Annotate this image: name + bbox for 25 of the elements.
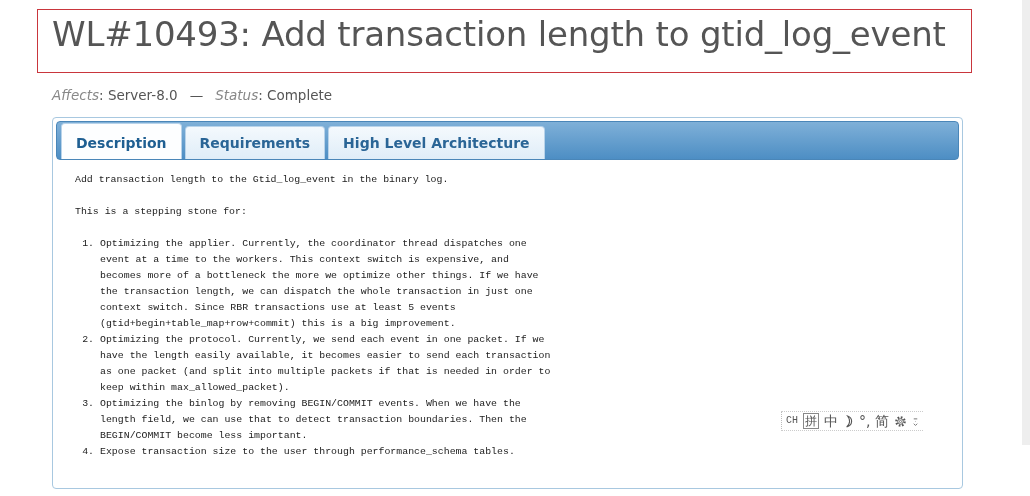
tab[interactable]: High Level Architecture (328, 126, 545, 159)
list-number: 1. (81, 237, 95, 251)
ime-button[interactable]: 简 (875, 413, 890, 429)
list-number: 4. (81, 445, 95, 459)
ime-button[interactable]: 中 (824, 413, 838, 429)
tab[interactable]: Description (61, 123, 182, 159)
moon-icon[interactable] (843, 414, 854, 428)
list-item-text: Optimizing the applier. Currently, the coordinator thread dispatches one event at a time to the workers. This context switch is expensive, and becomes more of a bottleneck the more we optimize other things. If we have the transaction length, we can dispatch the whole transaction in just one context switch. Since RBR transactions use at least 5 events (gtid+begin+table_map+row+commit) this is a big improvement. (100, 237, 540, 331)
list-number: 2. (81, 333, 95, 347)
ime-button[interactable]: °, (859, 413, 871, 429)
list-item-text: Optimizing the protocol. Currently, we send each event in one packet. If we have the length easily available, it becomes easier to send each transaction as one packet (and split into multiple packets if that is needed in order to keep within max_allowed_packet). (100, 333, 551, 395)
list-item-text: Optimizing the binlog by removing BEGIN/COMMIT events. When we have the length field, we can use that to detect transaction boundaries. Then the BEGIN/COMMIT become less important. (100, 397, 528, 443)
list-item-text: Expose transaction size to the user through performance_schema tables. (100, 445, 516, 459)
description-text: Add transaction length to the Gtid_log_event in the binary log. (75, 173, 450, 187)
ime-button[interactable]: CH (786, 413, 798, 429)
meta-separator: — (189, 87, 204, 103)
meta-field: Affects: Server-8.0 (52, 87, 178, 103)
list-number: 3. (81, 397, 95, 411)
ime-button[interactable]: 拼 (803, 413, 819, 429)
description-text: This is a stepping stone for: (75, 205, 248, 219)
settings-icon[interactable] (894, 414, 908, 428)
tab[interactable]: Requirements (184, 126, 326, 159)
page-title: WL#10493: Add transaction length to gtid_log_event (52, 14, 946, 54)
meta-field: Status: Complete (215, 87, 333, 103)
more-icon[interactable] (912, 415, 920, 427)
